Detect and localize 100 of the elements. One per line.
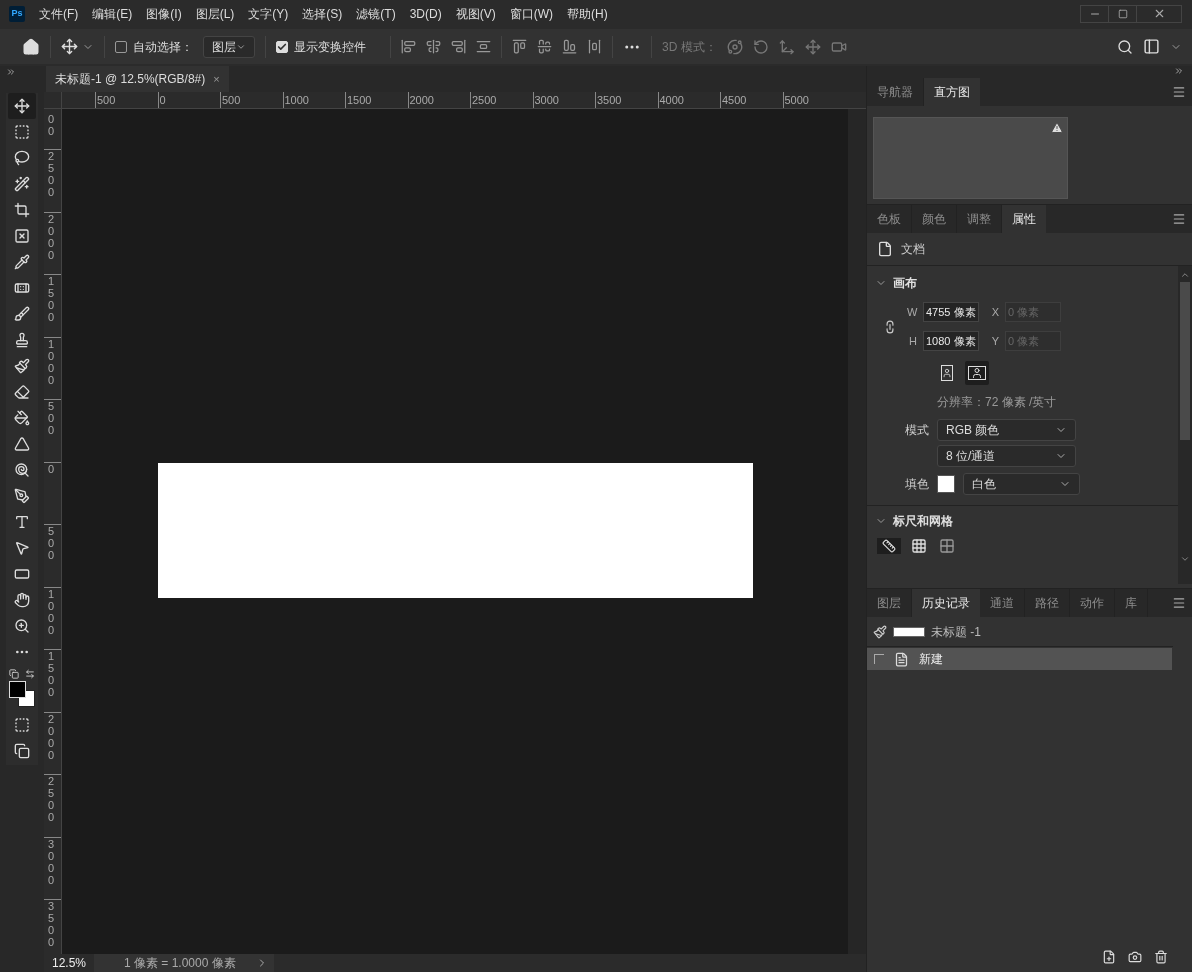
menu-item[interactable]: 选择(S) xyxy=(295,4,350,23)
align-bottom-icon[interactable] xyxy=(562,39,577,54)
marquee-icon xyxy=(14,124,30,140)
history-item[interactable]: 新建 xyxy=(867,648,1172,670)
stamp-icon xyxy=(14,332,30,348)
field-label: X xyxy=(990,304,999,320)
tab-close[interactable]: × xyxy=(213,70,220,88)
align-top-icon[interactable] xyxy=(512,39,527,54)
panel-menu-icon[interactable] xyxy=(1172,596,1186,610)
camera-icon[interactable] xyxy=(1128,950,1142,964)
checkbox-label: 自动选择： xyxy=(133,38,193,56)
scroll-down-icon[interactable] xyxy=(1180,554,1190,564)
ruler-label: 1500 xyxy=(48,650,55,698)
collapse-icon[interactable] xyxy=(1174,66,1184,76)
expand-icon[interactable] xyxy=(6,67,16,77)
panel-menu-icon[interactable] xyxy=(1172,212,1186,226)
ruler-label: 4500 xyxy=(720,92,783,108)
menu-item[interactable]: 滤镜(T) xyxy=(349,4,403,23)
zoom-field[interactable]: 12.5% xyxy=(44,954,94,972)
swap-colors-icon[interactable] xyxy=(25,669,35,679)
menu-item[interactable]: 3D(D) xyxy=(402,4,449,23)
new-document-icon[interactable] xyxy=(1102,950,1116,964)
input-field[interactable]: 1080 像素 xyxy=(923,331,979,351)
grid-icon[interactable] xyxy=(911,538,927,554)
align-left-icon[interactable] xyxy=(401,39,416,54)
dropdown[interactable]: RGB 颜色 xyxy=(937,419,1076,441)
mode-label: 模式 xyxy=(904,422,929,439)
move-3d-icon[interactable] xyxy=(778,38,795,55)
ruler-button[interactable] xyxy=(877,538,901,554)
input-field[interactable]: 4755 像素 xyxy=(923,302,979,322)
dropdown[interactable]: 图层 xyxy=(203,35,255,58)
wand-icon xyxy=(14,176,30,192)
warning-icon xyxy=(1051,122,1063,134)
move-icon xyxy=(14,98,30,114)
hand-icon xyxy=(14,592,30,608)
dropdown[interactable]: 白色 xyxy=(963,473,1080,495)
pen-icon xyxy=(14,488,30,504)
scrollbar[interactable] xyxy=(1178,266,1192,584)
ruler-label: 500 xyxy=(48,525,55,561)
ruler-label: 0 xyxy=(157,92,220,108)
ruler-label: 500 xyxy=(95,92,158,108)
ruler-label: 3000 xyxy=(532,92,595,108)
app-logo[interactable]: Ps xyxy=(9,5,25,22)
snapshot-label[interactable]: 未标题 -1 xyxy=(931,622,981,641)
panel-tab[interactable]: 历史记录 xyxy=(912,589,980,617)
status-info: 1 像素 = 1.0000 像素 xyxy=(124,955,236,972)
screen-mode-icon[interactable] xyxy=(14,743,30,759)
document-icon xyxy=(894,651,909,667)
quick-mask-icon[interactable] xyxy=(14,717,30,733)
menu-item[interactable]: 文件(F) xyxy=(32,4,86,23)
search-icon[interactable] xyxy=(1117,38,1133,55)
rotate-icon[interactable] xyxy=(752,38,769,55)
menu-item[interactable]: 编辑(E) xyxy=(85,4,140,23)
tool-button[interactable] xyxy=(8,93,36,119)
color-swatches[interactable] xyxy=(9,681,35,707)
workspace-icon[interactable] xyxy=(1143,38,1160,55)
section-title: 画布 xyxy=(893,275,917,292)
checkbox[interactable] xyxy=(115,40,127,53)
move-icon[interactable] xyxy=(61,38,78,55)
document-tab[interactable]: 未标题-1 @ 12.5%(RGB/8#) × xyxy=(46,66,229,92)
ruler-label: 3500 xyxy=(48,900,55,948)
align-center-icon[interactable] xyxy=(426,39,441,54)
maximize-icon xyxy=(1117,8,1128,19)
distribute-icon[interactable] xyxy=(476,39,491,54)
ruler-label: 3000 xyxy=(48,837,55,886)
panel-menu-icon[interactable] xyxy=(1172,85,1186,99)
landscape-button[interactable] xyxy=(965,361,989,385)
menu-item[interactable]: 视图(V) xyxy=(448,4,503,23)
default-colors-icon[interactable] xyxy=(9,669,19,679)
rectangle-icon xyxy=(14,566,30,582)
menu-item[interactable]: 帮助(H) xyxy=(560,4,615,23)
dropdown[interactable]: 8 位/通道 xyxy=(937,445,1076,467)
home-icon[interactable] xyxy=(22,37,40,56)
history-brush-icon[interactable] xyxy=(873,624,887,639)
type-icon xyxy=(14,514,30,530)
guides-icon[interactable] xyxy=(939,538,955,554)
ruler-label: 1500 xyxy=(345,92,408,108)
ruler-label: 2000 xyxy=(407,92,470,108)
history-label: 新建 xyxy=(919,651,943,668)
dodge-icon xyxy=(14,462,30,478)
ruler-label: 500 xyxy=(48,400,55,436)
scrollbar[interactable] xyxy=(848,109,866,954)
panel-tab[interactable]: 直方图 xyxy=(924,78,980,106)
fill-swatch[interactable] xyxy=(937,475,955,493)
document-label: 文档 xyxy=(901,241,925,258)
menu-item[interactable]: 文字(Y) xyxy=(241,4,296,23)
menu-item[interactable]: 图层(L) xyxy=(188,4,242,23)
menu-item[interactable]: 图像(I) xyxy=(139,4,189,23)
field-label: W xyxy=(907,304,917,320)
distribute-icon[interactable] xyxy=(587,39,602,54)
trash-icon[interactable] xyxy=(1154,950,1168,964)
orbit-icon[interactable] xyxy=(726,38,743,55)
panel-tab[interactable]: 属性 xyxy=(1002,205,1046,233)
eraser-icon xyxy=(14,384,30,400)
link-icon[interactable] xyxy=(883,319,897,334)
menu-item[interactable]: 窗口(W) xyxy=(502,4,560,23)
align-right-icon[interactable] xyxy=(451,39,466,54)
person-icon xyxy=(941,365,953,381)
align-middle-icon[interactable] xyxy=(537,39,552,54)
scroll-up-icon[interactable] xyxy=(1180,270,1190,280)
